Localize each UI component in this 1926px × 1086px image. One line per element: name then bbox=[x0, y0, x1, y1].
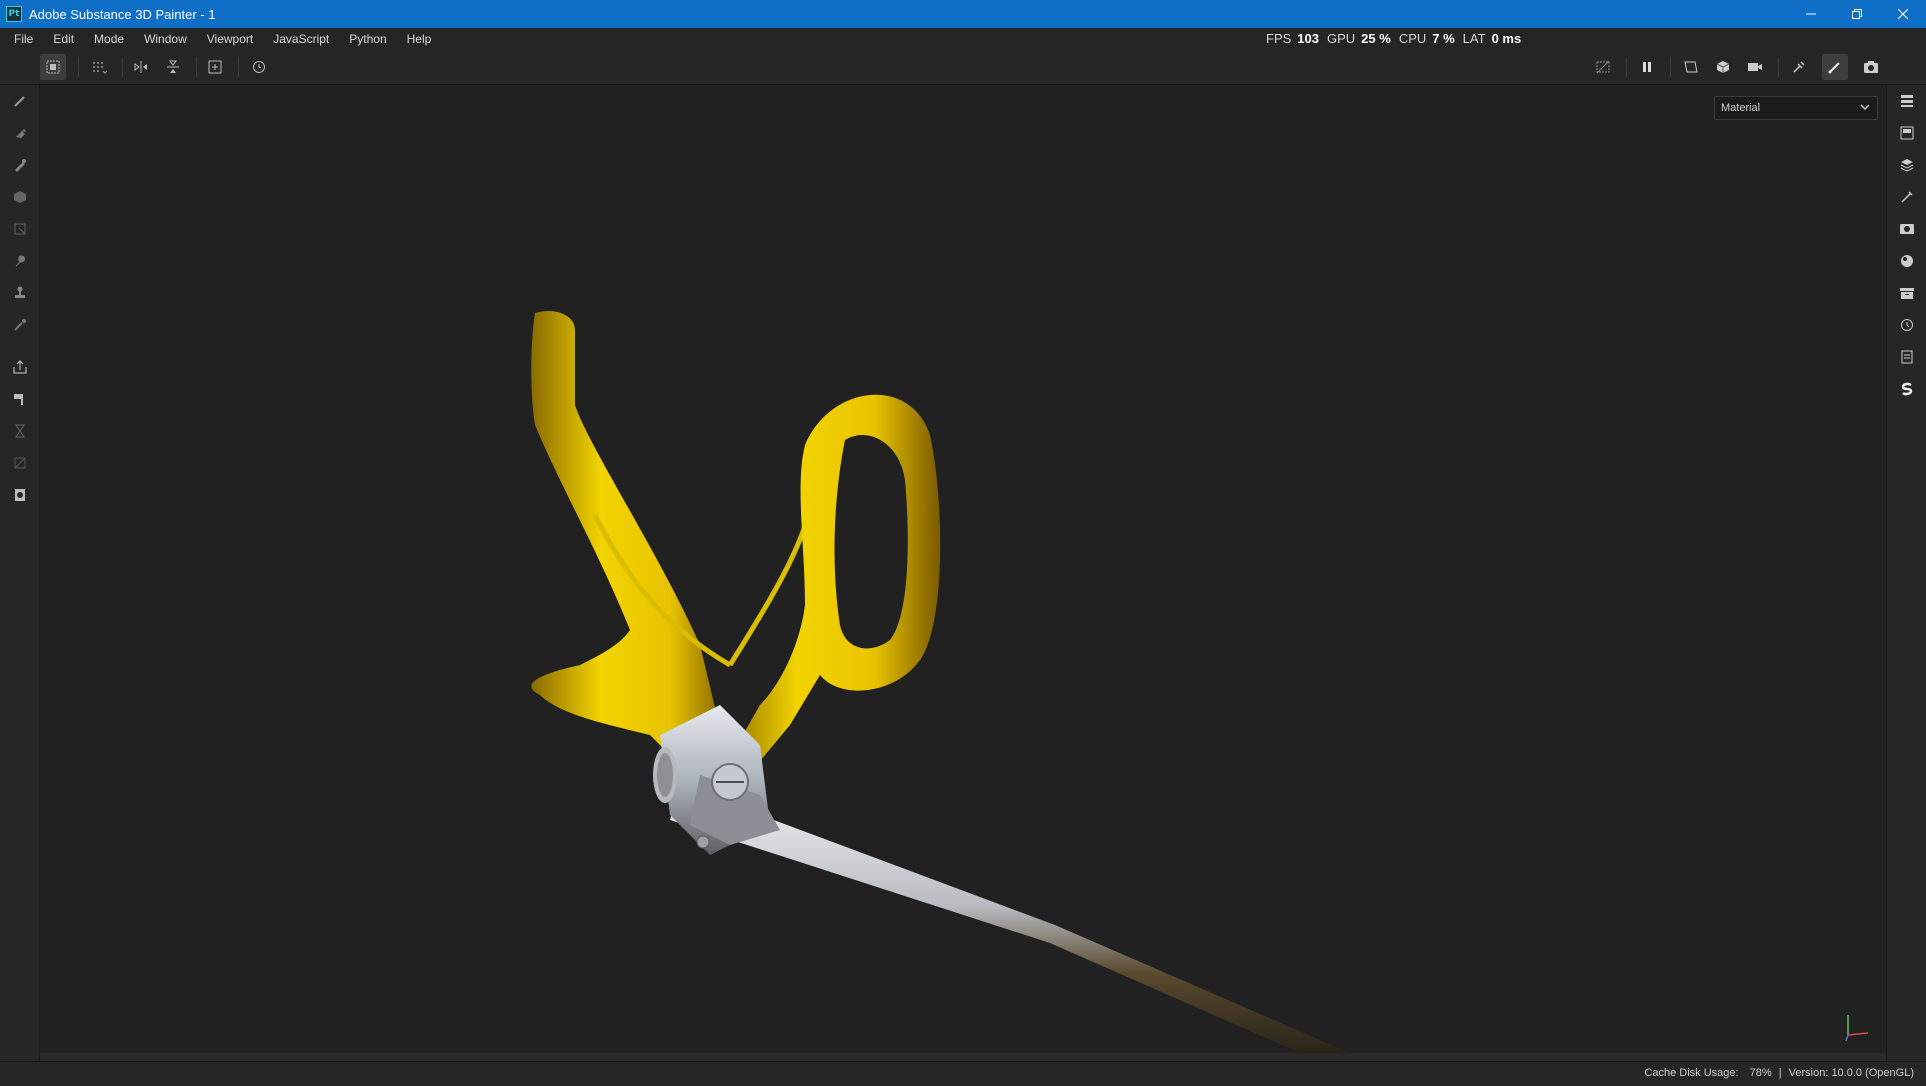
viewport-mode-select[interactable]: Material bbox=[1714, 96, 1878, 120]
cache-disk-label: Cache Disk Usage: bbox=[1644, 1067, 1739, 1079]
uv-tile-select-icon[interactable] bbox=[40, 54, 66, 80]
main-toolbar bbox=[0, 49, 1926, 85]
projection-icon[interactable] bbox=[8, 153, 32, 177]
status-info: Cache Disk Usage: 78% | Version: 10.0.0 … bbox=[1644, 1067, 1914, 1079]
symmetry-x-icon[interactable] bbox=[128, 54, 154, 80]
paint-mode-icon[interactable] bbox=[1822, 54, 1848, 80]
geometry-mask-icon[interactable] bbox=[8, 217, 32, 241]
axis-gizmo-icon bbox=[1845, 1015, 1869, 1042]
viewport-mode-value: Material bbox=[1721, 102, 1761, 114]
app-logo-icon: Pt bbox=[6, 6, 22, 22]
camera-icon[interactable] bbox=[1742, 54, 1768, 80]
display-settings-icon[interactable] bbox=[1895, 217, 1919, 241]
menu-bar: File Edit Mode Window Viewport JavaScrip… bbox=[0, 28, 1926, 49]
cpu-value: 7 % bbox=[1432, 31, 1455, 46]
model-render bbox=[531, 310, 1350, 1053]
version-text: Version: 10.0.0 (OpenGL) bbox=[1788, 1067, 1914, 1079]
viewport-scrollbar[interactable] bbox=[40, 1053, 1886, 1061]
pause-icon[interactable] bbox=[1634, 54, 1660, 80]
bake-icon[interactable] bbox=[1786, 54, 1812, 80]
properties-icon[interactable] bbox=[1895, 185, 1919, 209]
eraser-icon[interactable] bbox=[8, 121, 32, 145]
clone-stamp-icon[interactable] bbox=[8, 281, 32, 305]
viewport-3d-icon[interactable] bbox=[1710, 54, 1736, 80]
smudge-icon[interactable] bbox=[8, 249, 32, 273]
restore-icon[interactable] bbox=[1834, 0, 1880, 28]
gpu-value: 25 % bbox=[1361, 31, 1391, 46]
chevron-down-icon bbox=[1860, 104, 1870, 111]
right-panel-dock bbox=[1886, 85, 1926, 1061]
shader-settings-icon[interactable] bbox=[1895, 249, 1919, 273]
minimize-icon[interactable] bbox=[1788, 0, 1834, 28]
menu-window[interactable]: Window bbox=[134, 32, 197, 46]
fps-label: FPS bbox=[1266, 31, 1292, 46]
menu-mode[interactable]: Mode bbox=[84, 32, 134, 46]
history-icon[interactable] bbox=[1895, 313, 1919, 337]
left-tool-panel bbox=[0, 85, 40, 1086]
texture-set-icon[interactable] bbox=[8, 483, 32, 507]
3d-viewport[interactable]: Material bbox=[40, 85, 1886, 1053]
hourglass-icon[interactable] bbox=[8, 419, 32, 443]
layers-list-icon[interactable] bbox=[1895, 89, 1919, 113]
menu-viewport[interactable]: Viewport bbox=[197, 32, 263, 46]
symmetry-y-icon[interactable] bbox=[160, 54, 186, 80]
color-picker-icon[interactable] bbox=[8, 313, 32, 337]
reset-icon[interactable] bbox=[246, 54, 272, 80]
layers-icon[interactable] bbox=[1895, 153, 1919, 177]
texture-set-list-icon[interactable] bbox=[1895, 121, 1919, 145]
lat-label: LAT bbox=[1462, 31, 1486, 46]
cpu-label: CPU bbox=[1398, 31, 1427, 46]
uv-icon[interactable] bbox=[8, 451, 32, 475]
dotted-grid-icon[interactable] bbox=[86, 54, 112, 80]
cache-disk-value: 78% bbox=[1749, 1067, 1772, 1079]
performance-stats: FPS 103 GPU 25 % CPU 7 % LAT 0 ms bbox=[1266, 28, 1529, 49]
bake-hammer-icon[interactable] bbox=[8, 387, 32, 411]
window-controls bbox=[1788, 0, 1926, 28]
fps-value: 103 bbox=[1297, 31, 1319, 46]
menu-python[interactable]: Python bbox=[339, 32, 396, 46]
polygon-fill-icon[interactable] bbox=[8, 185, 32, 209]
substance-icon[interactable] bbox=[1895, 377, 1919, 401]
log-icon[interactable] bbox=[1895, 345, 1919, 369]
screenshot-icon[interactable] bbox=[1858, 54, 1884, 80]
menu-javascript[interactable]: JavaScript bbox=[263, 32, 339, 46]
hide-icon[interactable] bbox=[1590, 54, 1616, 80]
title-bar: Pt Adobe Substance 3D Painter - 1 bbox=[0, 0, 1926, 28]
menu-file[interactable]: File bbox=[0, 32, 43, 46]
gpu-label: GPU bbox=[1327, 31, 1356, 46]
status-bar: Cache Disk Usage: 78% | Version: 10.0.0 … bbox=[0, 1061, 1926, 1086]
menu-edit[interactable]: Edit bbox=[43, 32, 84, 46]
viewport-2d-icon[interactable] bbox=[1678, 54, 1704, 80]
export-icon[interactable] bbox=[8, 355, 32, 379]
add-frame-icon[interactable] bbox=[202, 54, 228, 80]
assets-icon[interactable] bbox=[1895, 281, 1919, 305]
close-icon[interactable] bbox=[1880, 0, 1926, 28]
menu-help[interactable]: Help bbox=[397, 32, 442, 46]
lat-value: 0 ms bbox=[1491, 31, 1522, 46]
window-title: Adobe Substance 3D Painter - 1 bbox=[29, 6, 216, 22]
paint-brush-icon[interactable] bbox=[8, 89, 32, 113]
